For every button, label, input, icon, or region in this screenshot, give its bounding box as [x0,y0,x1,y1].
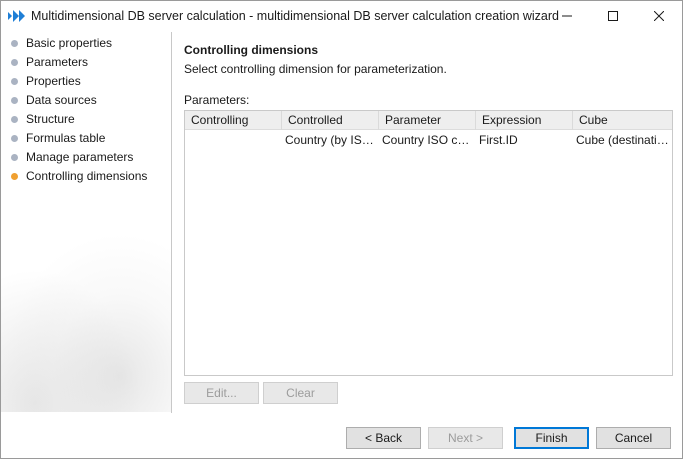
title-bar: Multidimensional DB server calculation -… [1,1,682,32]
table-row[interactable]: Country (by ISO… Country ISO code First.… [185,130,672,150]
close-button[interactable] [636,1,682,32]
column-header-parameter[interactable]: Parameter [379,111,476,130]
sidebar-divider [171,32,172,413]
column-header-cube[interactable]: Cube [573,111,672,130]
step-parameters[interactable]: Parameters [1,53,171,72]
step-active-dot-icon [11,173,18,180]
sidebar-background-decoration [1,232,171,412]
minimize-icon [562,10,572,24]
column-header-controlled[interactable]: Controlled [282,111,379,130]
cell-controlled[interactable]: Country (by ISO… [282,130,379,150]
parameters-table[interactable]: Controlling Controlled Parameter Express… [184,110,673,376]
cancel-button[interactable]: Cancel [596,427,671,449]
step-label: Structure [26,112,75,126]
wizard-window: Multidimensional DB server calculation -… [0,0,683,459]
step-controlling-dimensions[interactable]: Controlling dimensions [1,167,171,186]
page-description: Select controlling dimension for paramet… [184,62,447,76]
step-basic-properties[interactable]: Basic properties [1,34,171,53]
step-label: Manage parameters [26,150,134,164]
step-label: Parameters [26,55,89,69]
step-dot-icon [11,116,18,123]
step-label: Formulas table [26,131,106,145]
step-manage-parameters[interactable]: Manage parameters [1,148,171,167]
window-title: Multidimensional DB server calculation -… [31,9,559,23]
step-dot-icon [11,59,18,66]
column-header-controlling[interactable]: Controlling [185,111,282,130]
cell-expression[interactable]: First.ID [476,130,573,150]
step-label: Properties [26,74,81,88]
page-title: Controlling dimensions [184,43,318,57]
step-formulas-table[interactable]: Formulas table [1,129,171,148]
cell-cube[interactable]: Cube (destinatio… [573,130,672,150]
step-dot-icon [11,154,18,161]
edit-button[interactable]: Edit... [184,382,259,404]
step-dot-icon [11,97,18,104]
table-header: Controlling Controlled Parameter Express… [185,111,672,130]
maximize-icon [608,10,618,24]
step-data-sources[interactable]: Data sources [1,91,171,110]
parameters-label: Parameters: [184,93,250,107]
step-dot-icon [11,78,18,85]
minimize-button[interactable] [544,1,590,32]
next-button[interactable]: Next > [428,427,503,449]
finish-button[interactable]: Finish [514,427,589,449]
close-icon [653,10,665,24]
cell-controlling[interactable] [185,130,282,150]
maximize-button[interactable] [590,1,636,32]
step-dot-icon [11,40,18,47]
step-dot-icon [11,135,18,142]
play-arrows-icon [8,10,26,22]
wizard-steps-sidebar: Basic properties Parameters Properties D… [1,32,171,412]
back-button[interactable]: < Back [346,427,421,449]
step-structure[interactable]: Structure [1,110,171,129]
step-label: Basic properties [26,36,113,50]
wizard-steps-list: Basic properties Parameters Properties D… [1,34,171,186]
step-label: Controlling dimensions [26,169,148,183]
step-properties[interactable]: Properties [1,72,171,91]
cell-parameter[interactable]: Country ISO code [379,130,476,150]
column-header-expression[interactable]: Expression [476,111,573,130]
clear-button[interactable]: Clear [263,382,338,404]
step-label: Data sources [26,93,97,107]
